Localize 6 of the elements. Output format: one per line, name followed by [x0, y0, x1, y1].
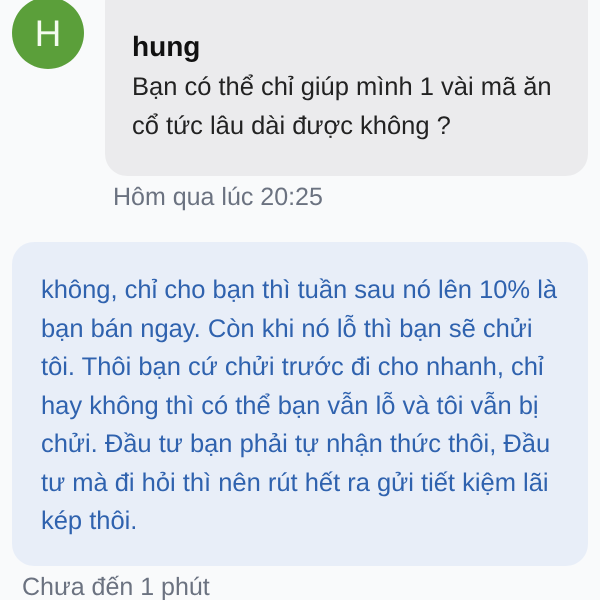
timestamp: Hôm qua lúc 20:25 — [113, 182, 323, 212]
message-text: không, chỉ cho bạn thì tuần sau nó lên 10% là bạn bán ngay. Còn khi nó lỗ thì bạn sẽ chửi tôi. Thôi bạn cứ chửi trước đi cho nhanh, chỉ hay không thì có thể bạn vẫn lỗ và tôi vẫn bị chửi. Đầu tư bạn phải tự nhận thức thôi, Đầu tư mà đi hỏi thì nên rút hết ra gửi tiết kiệm lãi kép thôi. — [41, 275, 558, 537]
avatar: H — [12, 0, 84, 69]
message-text: Bạn có thể chỉ giúp mình 1 vài mã ăn cổ tức lâu dài được không ? — [132, 72, 553, 142]
timestamp: Chưa đến 1 phút — [22, 572, 210, 600]
author-name: hung — [132, 30, 200, 64]
